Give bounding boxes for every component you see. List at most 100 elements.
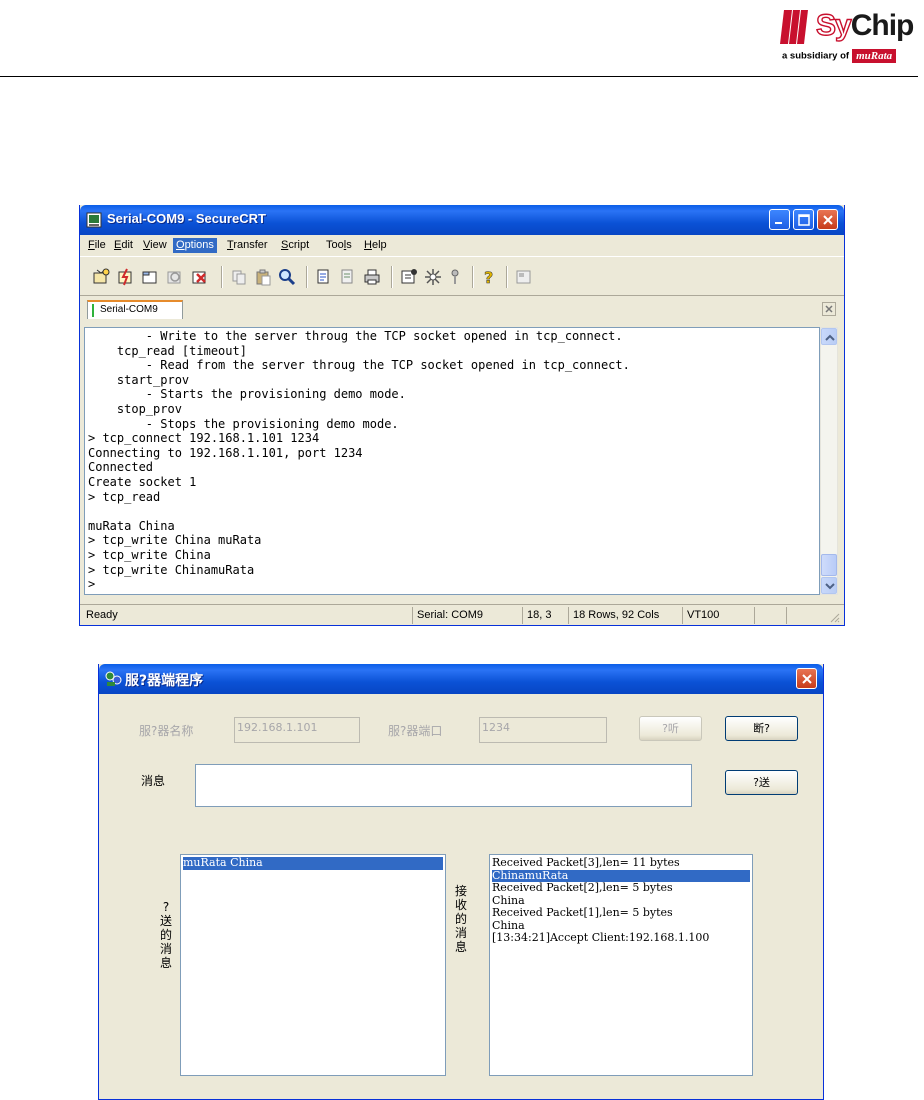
server-window-title: 服?器端程序 [125,673,204,689]
close-button[interactable] [817,209,838,230]
message-label: 消息 [141,774,166,788]
close-icon [825,305,833,313]
status-size: 18 Rows, 92 Cols [568,607,682,624]
menu-help-rest: elp [371,239,387,251]
maximize-button[interactable] [793,209,814,230]
status-empty-2 [786,607,826,624]
minimize-icon [775,222,782,224]
maximize-icon [798,214,810,226]
sychip-logo: SyChip a subsidiary of muRata [778,6,914,70]
terminal-line: Connected [88,460,154,475]
session-options-icon[interactable] [400,268,418,286]
print-setup-icon[interactable] [315,268,333,286]
securecrt-title-bar[interactable]: Serial-COM9 - SecureCRT [80,205,844,235]
terminal-line: muRata China [88,518,175,533]
send-button[interactable]: ?送 [725,770,798,795]
terminal-line: - Stops the provisioning demo mode. [88,416,399,431]
status-cursor: 18, 3 [522,607,568,624]
menu-script[interactable]: Script [278,238,312,253]
connect-icon[interactable] [92,268,110,286]
menu-edit[interactable]: Edit [111,238,136,253]
sent-messages-label: ?送的消息 [159,900,172,970]
scroll-thumb[interactable] [821,554,837,576]
resize-grip-icon[interactable] [828,611,840,623]
menu-options[interactable]: Options [173,238,217,253]
received-messages-label: 接收的消息 [454,884,467,954]
terminal-line: start_prov [88,372,190,387]
server-title-bar[interactable]: 服?器端程序 [99,664,823,694]
terminal-line: - Write to the server throug the TCP soc… [88,329,623,343]
menu-bar: File Edit View Options Transfer Script T… [80,235,844,255]
global-options-icon[interactable] [424,268,442,286]
copy-icon[interactable] [230,268,248,286]
toolbar-separator [391,266,393,288]
terminal-output[interactable]: - Write to the server throug the TCP soc… [84,327,820,595]
help-icon[interactable]: ? [480,268,498,286]
list-item[interactable]: [13:34:21]Accept Client:192.168.1.100 [492,932,750,945]
tab-label: Serial-COM9 [100,304,158,315]
menu-file[interactable]: File [85,238,109,253]
terminal-line: > tcp_write China [88,548,211,562]
minimize-button[interactable] [769,209,790,230]
listen-button[interactable]: ?听 [639,716,702,741]
header-rule [0,76,918,77]
menu-file-mnemonic: F [88,239,95,251]
reconnect-icon[interactable] [166,268,184,286]
tab-status-indicator [92,304,94,317]
message-input[interactable] [195,764,692,807]
terminal-scrollbar[interactable] [820,327,838,595]
list-item[interactable]: Received Packet[2],len= 5 bytes [492,882,750,895]
server-name-field[interactable]: 192.168.1.101 [234,717,360,743]
toolbar: ? [80,256,844,296]
sent-messages-list[interactable]: muRata China [180,854,446,1076]
find-icon[interactable] [278,268,296,286]
quick-connect-icon[interactable] [117,268,135,286]
status-port: Serial: COM9 [412,607,522,624]
logo-wordmark: SyChip [815,8,915,43]
terminal-line: stop_prov [88,402,182,416]
menu-tools[interactable]: Tools [323,238,355,253]
logo-chip: Chip [850,9,915,42]
connect-tab-icon[interactable] [141,268,159,286]
menu-transfer-rest: ransfer [233,239,268,251]
server-port-field[interactable]: 1234 [479,717,607,743]
server-close-button[interactable] [796,668,817,689]
chevron-up-icon [825,334,835,341]
print-icon[interactable] [363,268,381,286]
server-port-label: 服?器端口 [388,724,443,738]
scroll-up-button[interactable] [821,328,837,345]
server-app-icon [105,671,122,686]
print-selection-icon[interactable] [339,268,357,286]
menu-tools-text: Too [326,239,344,251]
list-item[interactable]: Received Packet[3],len= 11 bytes [492,857,750,870]
menu-script-rest: cript [288,239,310,251]
logo-sy: Sy [815,8,852,42]
tab-close-button[interactable] [822,302,836,316]
received-messages-list[interactable]: Received Packet[3],len= 11 bytes ChinamuR… [489,854,753,1076]
keymap-icon[interactable] [446,268,464,286]
menu-view-rest: iew [150,239,167,251]
securecrt-app-icon [86,212,102,228]
scroll-down-button[interactable] [821,577,837,594]
list-item[interactable]: muRata China [183,857,443,870]
menu-help[interactable]: Help [361,238,390,253]
list-item[interactable]: Received Packet[1],len= 5 bytes [492,907,750,920]
disconnect-icon[interactable] [191,268,209,286]
menu-transfer[interactable]: Transfer [224,238,271,253]
tab-serial-com9[interactable]: Serial-COM9 [87,300,183,319]
sftp-icon[interactable] [515,268,533,286]
terminal-line: > [88,577,96,592]
document-header: SyChip a subsidiary of muRata [0,0,924,80]
menu-view[interactable]: View [140,238,170,253]
chevron-down-icon [825,583,835,590]
menu-options-rest: ptions [184,239,214,251]
terminal-line: > tcp_connect 192.168.1.101 1234 [88,431,320,446]
server-dialog: 服?器端程序 服?器名称 192.168.1.101 服?器端口 1234 ?听… [98,664,824,1100]
svg-text:?: ? [484,268,493,286]
toolbar-separator [221,266,223,288]
disconnect-button[interactable]: 断? [725,716,798,741]
logo-tagline: a subsidiary of muRata [782,49,897,63]
menu-options-mnemonic: O [176,239,185,251]
paste-icon[interactable] [254,268,272,286]
server-name-label: 服?器名称 [139,724,194,738]
